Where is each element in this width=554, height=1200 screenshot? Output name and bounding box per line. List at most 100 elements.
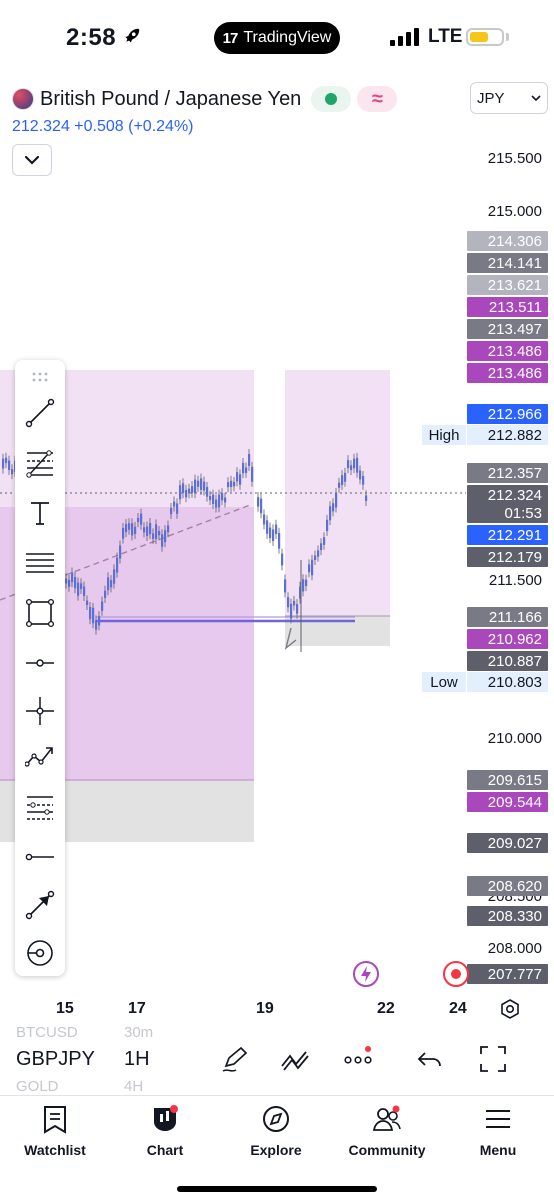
candle-body: [104, 590, 107, 598]
candle-body: [83, 586, 86, 596]
candle-body: [284, 579, 287, 593]
ghost-interval-bottom: 4H: [124, 1078, 144, 1095]
candle-body: [242, 462, 245, 474]
candle-body: [326, 519, 329, 532]
price-axis-label: 210.000: [487, 730, 542, 747]
tab-community[interactable]: Community: [332, 1104, 442, 1158]
home-indicator: [177, 1186, 377, 1192]
price-tag: 210.887: [467, 651, 548, 671]
drawing-toolbar: [15, 360, 65, 976]
candle-body: [131, 523, 134, 536]
time-label-17: 17: [128, 1000, 146, 1017]
candle-body: [86, 600, 89, 606]
settings-hexagon-icon[interactable]: [499, 998, 521, 1020]
patterns-tool-icon[interactable]: [25, 548, 55, 578]
candle-body: [155, 524, 158, 540]
price-tag: 212.966: [467, 404, 548, 424]
interval-picker[interactable]: 1H: [124, 1048, 150, 1071]
candle-body: [152, 533, 155, 539]
candle-body: [146, 526, 149, 536]
candle-body: [164, 530, 167, 543]
alert-record-icon[interactable]: [442, 960, 470, 988]
fib-retracement-tool-icon[interactable]: [25, 448, 55, 478]
candle-body: [128, 523, 131, 530]
candle-body: [116, 557, 119, 573]
price-tag: 210.962: [467, 629, 548, 649]
candle-body: [182, 483, 185, 494]
candle-body: [359, 470, 362, 480]
candle-body: [200, 478, 203, 490]
candle-body: [230, 480, 233, 488]
candle-body: [278, 532, 281, 549]
time-label-24: 24: [449, 1000, 467, 1017]
price-tag: 213.621: [467, 275, 548, 295]
horizontal-line-tool-icon[interactable]: [25, 842, 55, 872]
magnet-tool-icon[interactable]: [25, 938, 55, 968]
price-tag: 213.486: [467, 363, 548, 383]
path-tool-icon[interactable]: [25, 742, 55, 772]
candle-body: [149, 523, 152, 535]
candle-body: [113, 569, 116, 584]
candle-body: [305, 579, 308, 587]
indicators-icon[interactable]: [280, 1044, 310, 1074]
candle-body: [137, 517, 140, 523]
candle-body: [323, 537, 326, 545]
candle-body: [206, 486, 209, 497]
drawing-pen-icon[interactable]: [220, 1044, 250, 1074]
more-options-icon[interactable]: [343, 1044, 373, 1074]
candle-body: [215, 499, 218, 508]
tab-explore[interactable]: Explore: [221, 1104, 331, 1158]
candle-body: [314, 555, 317, 560]
candle-body: [176, 503, 179, 514]
arrow-tool-icon[interactable]: [25, 890, 55, 920]
text-tool-icon[interactable]: [25, 498, 55, 528]
candle-body: [302, 579, 305, 592]
candle-body: [272, 529, 275, 542]
symbol-picker[interactable]: GBPJPY: [16, 1048, 95, 1071]
trend-line-tool-icon[interactable]: [25, 398, 55, 428]
candle-body: [119, 545, 122, 559]
candle-body: [203, 481, 206, 491]
crosshair-tool-icon[interactable]: [25, 696, 55, 726]
candle-body: [344, 472, 347, 482]
price-tag: 207.777: [467, 964, 548, 984]
candle-body: [101, 601, 104, 611]
candle-body: [11, 469, 14, 475]
candle-body: [122, 528, 125, 539]
lightning-icon[interactable]: [352, 960, 380, 988]
candle-body: [296, 604, 299, 614]
candle-body: [356, 457, 359, 473]
candle-body: [191, 486, 194, 493]
price-tag: 209.615: [467, 770, 548, 790]
price-tag: 212.324: [467, 485, 548, 505]
price-tag: 209.027: [467, 833, 548, 853]
tab-label: Watchlist: [24, 1142, 86, 1158]
tab-label: Explore: [250, 1142, 302, 1158]
candle-body: [185, 489, 188, 498]
price-tag: 208.330: [467, 906, 548, 926]
ghost-symbol-bottom: GOLD: [16, 1078, 59, 1095]
rectangle-tool-icon[interactable]: [25, 598, 55, 628]
candle-body: [71, 572, 74, 583]
candle-body: [308, 564, 311, 573]
candle-body: [197, 480, 200, 487]
candle-body: [65, 578, 68, 584]
drag-handle-icon[interactable]: [25, 364, 55, 394]
tab-menu[interactable]: Menu: [443, 1104, 553, 1158]
tab-chart[interactable]: Chart: [110, 1104, 220, 1158]
price-tag: 213.497: [467, 319, 548, 339]
community-icon: [372, 1105, 401, 1131]
candle-body: [269, 527, 272, 539]
candle-body: [263, 514, 266, 525]
undo-icon[interactable]: [415, 1044, 445, 1074]
candle-body: [362, 476, 365, 485]
tab-watchlist[interactable]: Watchlist: [0, 1104, 110, 1158]
candle-body: [167, 525, 170, 533]
fib-channel-tool-icon[interactable]: [25, 792, 55, 822]
candle-body: [218, 494, 221, 508]
fullscreen-icon[interactable]: [478, 1044, 508, 1074]
candle-body: [329, 506, 332, 521]
price-axis-label: 208.000: [487, 940, 542, 957]
candle-body: [353, 458, 356, 469]
horizontal-ray-tool-icon[interactable]: [25, 648, 55, 678]
